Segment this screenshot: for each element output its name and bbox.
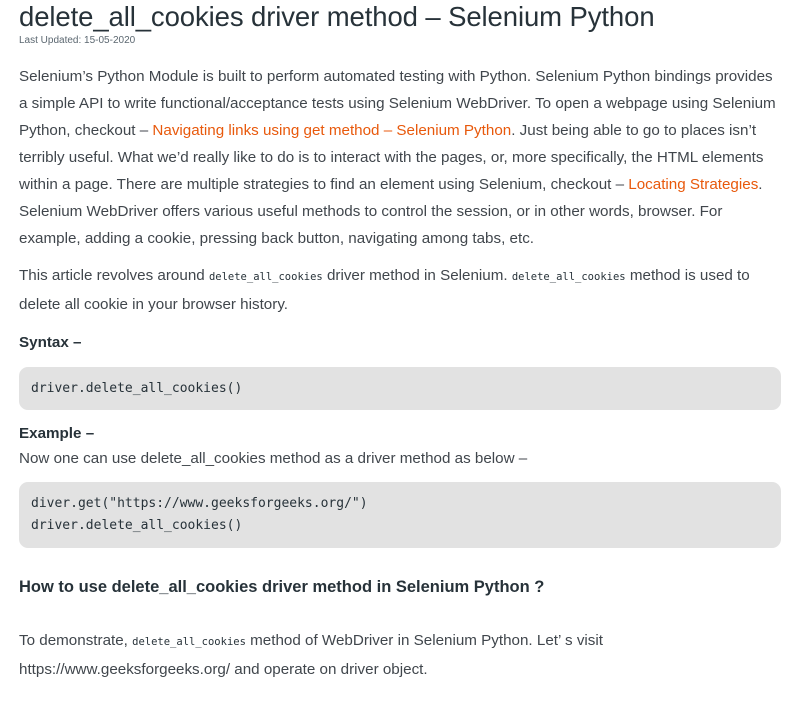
syntax-heading: Syntax – bbox=[19, 334, 82, 351]
inline-code: delete_all_cookies bbox=[511, 271, 626, 283]
article-title: delete_all_cookies driver method – Selen… bbox=[19, 1, 655, 32]
example-heading: Example – bbox=[19, 425, 95, 442]
example-code-line: diver.get("https://www.geeksforgeeks.org… bbox=[31, 496, 368, 511]
example-code-block[interactable]: diver.get("https://www.geeksforgeeks.org… bbox=[19, 482, 781, 548]
demonstrate-paragraph: To demonstrate, delete_all_cookies metho… bbox=[19, 627, 781, 683]
how-to-heading: How to use delete_all_cookies driver met… bbox=[19, 578, 545, 596]
demonstrate-text-1: To demonstrate, bbox=[19, 632, 133, 649]
last-updated: Last Updated: 15-05-2020 bbox=[19, 35, 136, 46]
navigating-links-link[interactable]: Navigating links using get method – Sele… bbox=[152, 122, 511, 139]
intro-paragraph: Selenium’s Python Module is built to per… bbox=[19, 63, 781, 252]
revolves-paragraph: This article revolves around delete_all_… bbox=[19, 262, 781, 318]
inline-code: delete_all_cookies bbox=[132, 636, 246, 648]
locating-strategies-link[interactable]: Locating Strategies bbox=[628, 176, 758, 193]
revolves-text-1: This article revolves around bbox=[19, 267, 209, 284]
example-code-line: driver.delete_all_cookies() bbox=[31, 518, 243, 533]
syntax-code-line: driver.delete_all_cookies() bbox=[31, 381, 243, 396]
syntax-code-block[interactable]: driver.delete_all_cookies() bbox=[19, 367, 781, 410]
example-text: Now one can use delete_all_cookies metho… bbox=[19, 450, 528, 467]
inline-code: delete_all_cookies bbox=[208, 271, 323, 283]
revolves-text-2: driver method in Selenium. bbox=[322, 267, 512, 284]
article: delete_all_cookies driver method – Selen… bbox=[0, 0, 802, 712]
